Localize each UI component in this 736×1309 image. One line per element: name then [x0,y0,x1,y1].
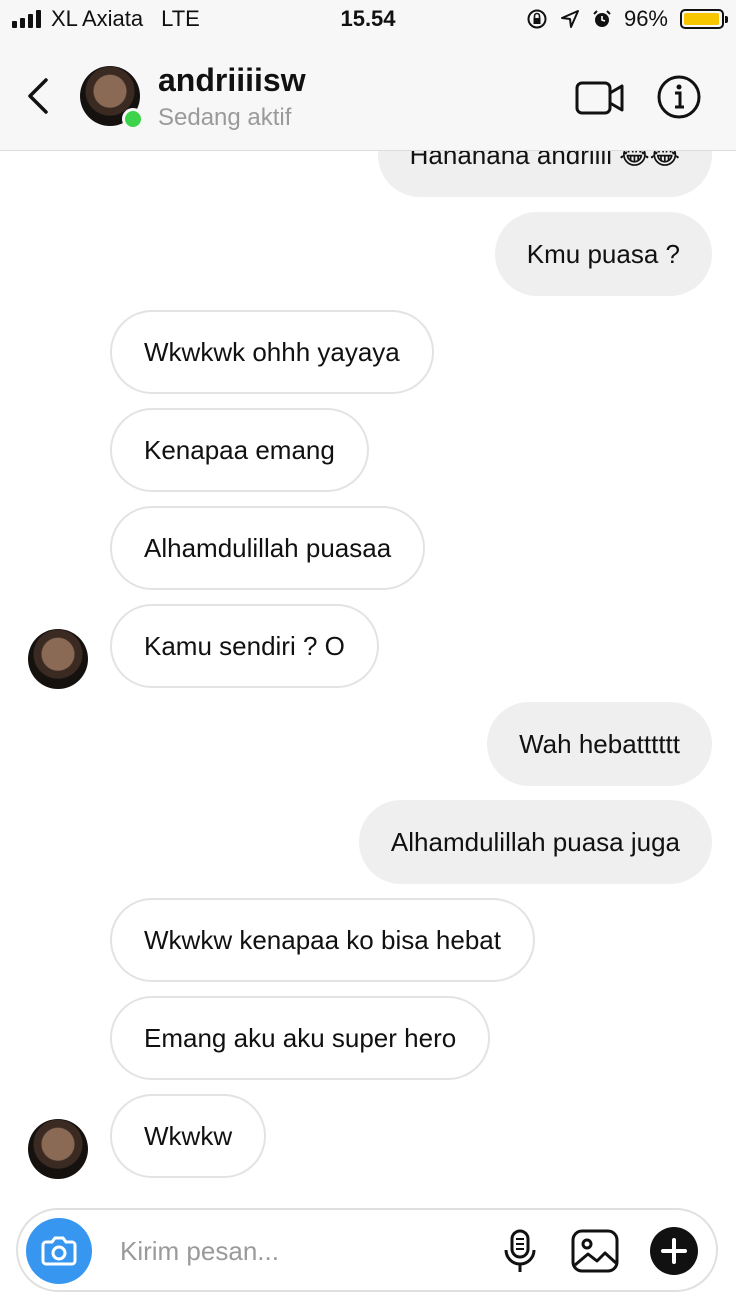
video-call-icon[interactable] [574,78,626,118]
alarm-icon [593,10,611,27]
add-button[interactable] [650,1227,698,1275]
battery-percent: 96% [623,6,668,31]
message-bubble-outgoing[interactable]: Kmu puasa ? [494,212,712,296]
active-status: Sedang aktif [158,104,292,131]
camera-icon [41,1236,77,1266]
chat-username[interactable]: andriiiisw [158,62,306,99]
message-bubble-incoming[interactable]: Emang aku aku super hero [110,996,491,1080]
message-thread[interactable]: Hahahaha andriiii 😂😂 Kmu puasa ? Wkwkwk … [0,151,736,1201]
status-right: 96% [526,6,728,32]
message-composer [16,1208,718,1292]
message-bubble-incoming[interactable]: Wkwkw kenapaa ko bisa hebat [110,898,535,982]
message-bubble-outgoing[interactable]: Alhamdulillah puasa juga [358,800,712,884]
message-bubble-outgoing[interactable]: Wah hebatttttt [487,702,712,786]
gallery-icon[interactable] [570,1227,620,1275]
back-chevron-icon[interactable] [20,72,56,120]
message-bubble-outgoing[interactable]: Hahahaha andriiii 😂😂 [377,151,712,197]
message-bubble-incoming[interactable]: Wkwkwk ohhh yayaya [110,310,434,394]
sender-avatar[interactable] [28,1119,88,1179]
status-left: XL Axiata LTE [12,6,200,32]
signal-icon [12,10,41,28]
info-icon[interactable] [656,74,702,120]
camera-button[interactable] [26,1218,92,1284]
message-input[interactable] [118,1228,482,1274]
message-bubble-incoming[interactable]: Kamu sendiri ? O [110,604,379,688]
carrier-name: XL Axiata [51,6,144,31]
network-type: LTE [161,6,200,31]
message-bubble-incoming[interactable]: Wkwkw [110,1094,267,1178]
location-arrow-icon [560,10,579,28]
rotation-lock-icon [527,9,547,29]
online-indicator [122,108,144,130]
battery-icon [680,9,728,29]
status-bar: XL Axiata LTE 15.54 96% [0,0,736,42]
plus-icon [661,1238,687,1264]
chat-header: andriiiisw Sedang aktif [0,42,736,151]
message-bubble-incoming[interactable]: Alhamdulillah puasaa [110,506,426,590]
microphone-icon[interactable] [500,1228,540,1274]
sender-avatar[interactable] [28,629,88,689]
message-bubble-incoming[interactable]: Kenapaa emang [110,408,369,492]
